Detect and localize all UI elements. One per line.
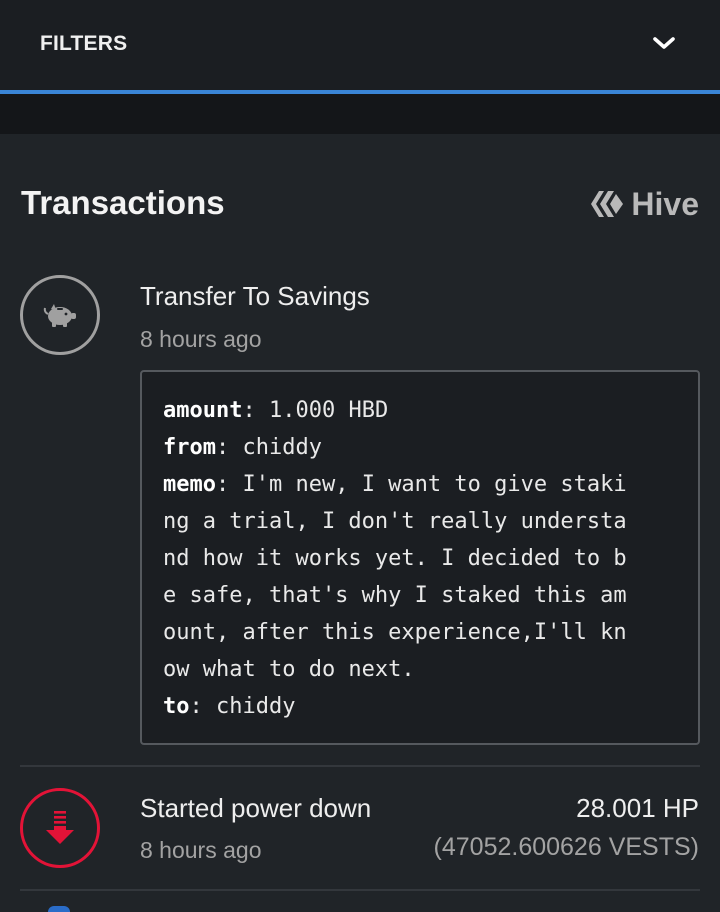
section-title: Transactions <box>21 184 225 221</box>
detail-line: to: chiddy <box>163 694 296 719</box>
detail-line: ount, after this experience,I'll kn <box>163 620 627 645</box>
transaction-time: 8 hours ago <box>140 837 262 863</box>
detail-line: ng a trial, I don't really understa <box>163 509 627 534</box>
hive-logo-icon <box>591 191 624 217</box>
detail-line: from: chiddy <box>163 435 322 460</box>
piggy-bank-icon <box>43 304 76 327</box>
transaction-title: Transfer To Savings <box>140 281 370 311</box>
hive-label: Hive <box>631 185 699 222</box>
detail-line: nd how it works yet. I decided to b <box>163 546 627 571</box>
chevron-down-icon[interactable] <box>651 34 677 52</box>
detail-line: memo: I'm new, I want to give staki <box>163 472 627 497</box>
filters-bar[interactable]: FILTERS <box>0 0 720 90</box>
detail-line: ow what to do next. <box>163 657 415 682</box>
transaction-time: 8 hours ago <box>140 326 262 352</box>
next-transaction-icon <box>48 906 70 912</box>
filters-label: FILTERS <box>40 32 128 55</box>
transaction-divider <box>20 889 700 891</box>
power-down-icon <box>46 811 74 844</box>
transaction-amount-vests: (47052.600626 VESTS) <box>433 833 699 861</box>
detail-line: e safe, that's why I staked this am <box>163 583 627 608</box>
transaction-amount: 28.001 HP <box>576 793 699 823</box>
transaction-title: Started power down <box>140 793 372 823</box>
transaction-type-icon <box>20 275 100 355</box>
detail-line: amount: 1.000 HBD <box>163 398 389 423</box>
section-gap <box>0 94 720 134</box>
transaction-divider <box>20 765 700 767</box>
transaction-details: amount: 1.000 HBD from: chiddy memo: I'm… <box>140 370 700 745</box>
transaction-type-icon <box>20 788 100 868</box>
hive-brand: Hive <box>589 184 699 224</box>
